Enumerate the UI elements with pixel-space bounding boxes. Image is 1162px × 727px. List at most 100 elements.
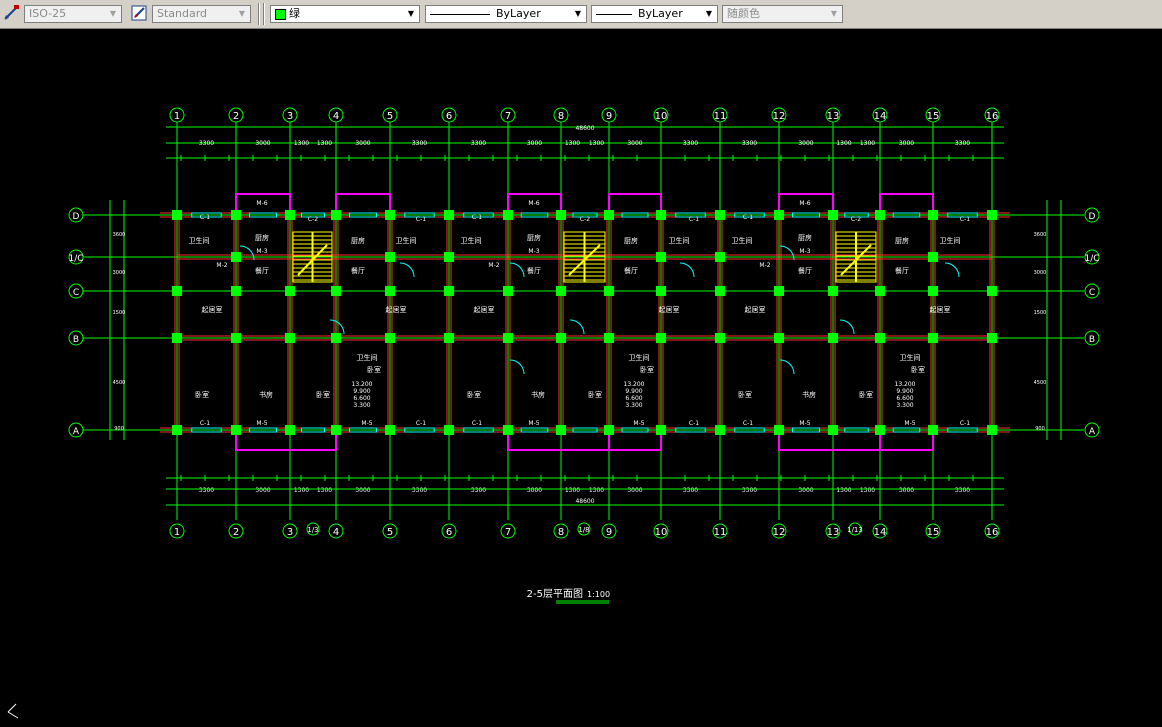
- door-tag: M-6: [528, 200, 539, 207]
- grid-label-bottom: 5: [387, 527, 393, 538]
- dim-text-bottom: 3000: [798, 487, 813, 494]
- row-label-left: C: [73, 288, 79, 298]
- side-dim-right: 4500: [1034, 380, 1047, 386]
- text-style-value: Standard: [157, 7, 208, 20]
- window-tag: C-1: [200, 420, 210, 427]
- elevation-mark: 6.600: [896, 395, 913, 402]
- side-dim-left: 900: [114, 426, 124, 432]
- door-tag: M-6: [799, 200, 810, 207]
- column: [715, 425, 725, 435]
- door-swing: [779, 245, 795, 261]
- dimension-style-dropdown[interactable]: ISO-25 ▼: [24, 5, 122, 23]
- chevron-down-icon[interactable]: ▼: [403, 6, 419, 22]
- door-swing: [509, 359, 525, 375]
- column: [503, 425, 513, 435]
- column: [285, 286, 295, 296]
- grid-label-top: 5: [387, 111, 393, 122]
- column: [385, 333, 395, 343]
- window-tag: C-1: [743, 214, 753, 221]
- layer-color-dropdown[interactable]: 绿 ▼: [270, 5, 420, 23]
- column: [656, 210, 666, 220]
- chevron-down-icon[interactable]: ▼: [105, 6, 121, 22]
- room-living: 起居室: [745, 305, 766, 314]
- elevation-mark: 9.900: [896, 388, 913, 395]
- dim-text-top: 3300: [199, 140, 214, 147]
- door-swing: [944, 262, 960, 278]
- room-dining: 餐厅: [624, 266, 638, 275]
- column: [656, 333, 666, 343]
- elevation-mark: 9.900: [353, 388, 370, 395]
- column: [987, 425, 997, 435]
- grid-label-top: 3: [287, 111, 293, 122]
- window-tag: C-1: [960, 420, 970, 427]
- chevron-down-icon[interactable]: ▼: [234, 6, 250, 22]
- grid-label-top: 11: [714, 111, 727, 122]
- room-bedroom: 卧室: [640, 365, 654, 374]
- room-living: 起居室: [474, 305, 495, 314]
- dim-text-top: 3000: [899, 140, 914, 147]
- room-bedroom: 卧室: [588, 390, 602, 399]
- grid-label-bottom: 4: [333, 527, 339, 538]
- dim-text-bottom: 1300: [860, 487, 875, 494]
- lineweight-dropdown[interactable]: ByLayer ▼: [591, 5, 718, 23]
- grid-label-top: 7: [505, 111, 511, 122]
- column: [928, 252, 938, 262]
- linetype-dropdown[interactable]: ByLayer ▼: [425, 5, 587, 23]
- column: [503, 210, 513, 220]
- room-bathroom: 卫生间: [940, 236, 961, 245]
- row-label-right: 1/C: [1084, 254, 1099, 264]
- text-style-dropdown[interactable]: Standard ▼: [152, 5, 251, 23]
- column: [604, 210, 614, 220]
- column: [875, 333, 885, 343]
- chevron-down-icon[interactable]: ▼: [701, 6, 717, 22]
- elevation-mark: 3.300: [896, 402, 913, 409]
- drawing-canvas[interactable]: 1 1 2 2 3 3 4 4 5 5 6 6 7 7 8 8 9 9 10 10 11 11 12 12 13 13 14 14 15…: [0, 29, 1162, 723]
- door-swing: [779, 359, 795, 375]
- grid-label-bottom: 13: [827, 527, 840, 538]
- column: [656, 425, 666, 435]
- dim-text-bottom: 1300: [836, 487, 851, 494]
- column: [231, 425, 241, 435]
- dim-text-top: 3300: [683, 140, 698, 147]
- grid-label-top: 14: [874, 111, 887, 122]
- column: [556, 333, 566, 343]
- room-dining: 餐厅: [895, 266, 909, 275]
- dim-text-top: 3300: [742, 140, 757, 147]
- column: [774, 210, 784, 220]
- column: [656, 252, 666, 262]
- row-label-left: B: [73, 335, 79, 345]
- dim-text-bottom: 3300: [955, 487, 970, 494]
- column: [172, 425, 182, 435]
- dim-text-bottom: 3300: [742, 487, 757, 494]
- chevron-down-icon[interactable]: ▼: [826, 6, 842, 22]
- chevron-down-icon[interactable]: ▼: [570, 6, 586, 22]
- plot-style-dropdown[interactable]: 随颜色 ▼: [722, 5, 843, 23]
- dim-text-top: 3300: [955, 140, 970, 147]
- grid-label-bottom: 1: [174, 527, 180, 538]
- column: [774, 333, 784, 343]
- elevation-mark: 9.900: [625, 388, 642, 395]
- column: [444, 425, 454, 435]
- room-bedroom: 卧室: [738, 390, 752, 399]
- column: [928, 333, 938, 343]
- dim-text-bottom: 3300: [199, 487, 214, 494]
- text-style-icon[interactable]: [131, 4, 149, 22]
- line-sample-icon: [596, 13, 632, 15]
- column: [331, 286, 341, 296]
- room-bathroom: 卫生间: [900, 353, 921, 362]
- drawing-title: 2-5层平面图: [527, 588, 583, 600]
- window-tag: C-1: [472, 214, 482, 221]
- column: [875, 286, 885, 296]
- room-kitchen: 厨房: [351, 236, 365, 245]
- column: [231, 252, 241, 262]
- dim-text-bottom: 3300: [683, 487, 698, 494]
- room-study: 书房: [259, 390, 273, 399]
- room-living: 起居室: [659, 305, 680, 314]
- door-swing: [399, 262, 415, 278]
- elevation-mark: 13.200: [624, 381, 645, 388]
- column: [987, 210, 997, 220]
- grid-label-top: 13: [827, 111, 840, 122]
- room-kitchen: 厨房: [624, 236, 638, 245]
- column: [556, 425, 566, 435]
- dimension-style-icon[interactable]: [3, 4, 21, 22]
